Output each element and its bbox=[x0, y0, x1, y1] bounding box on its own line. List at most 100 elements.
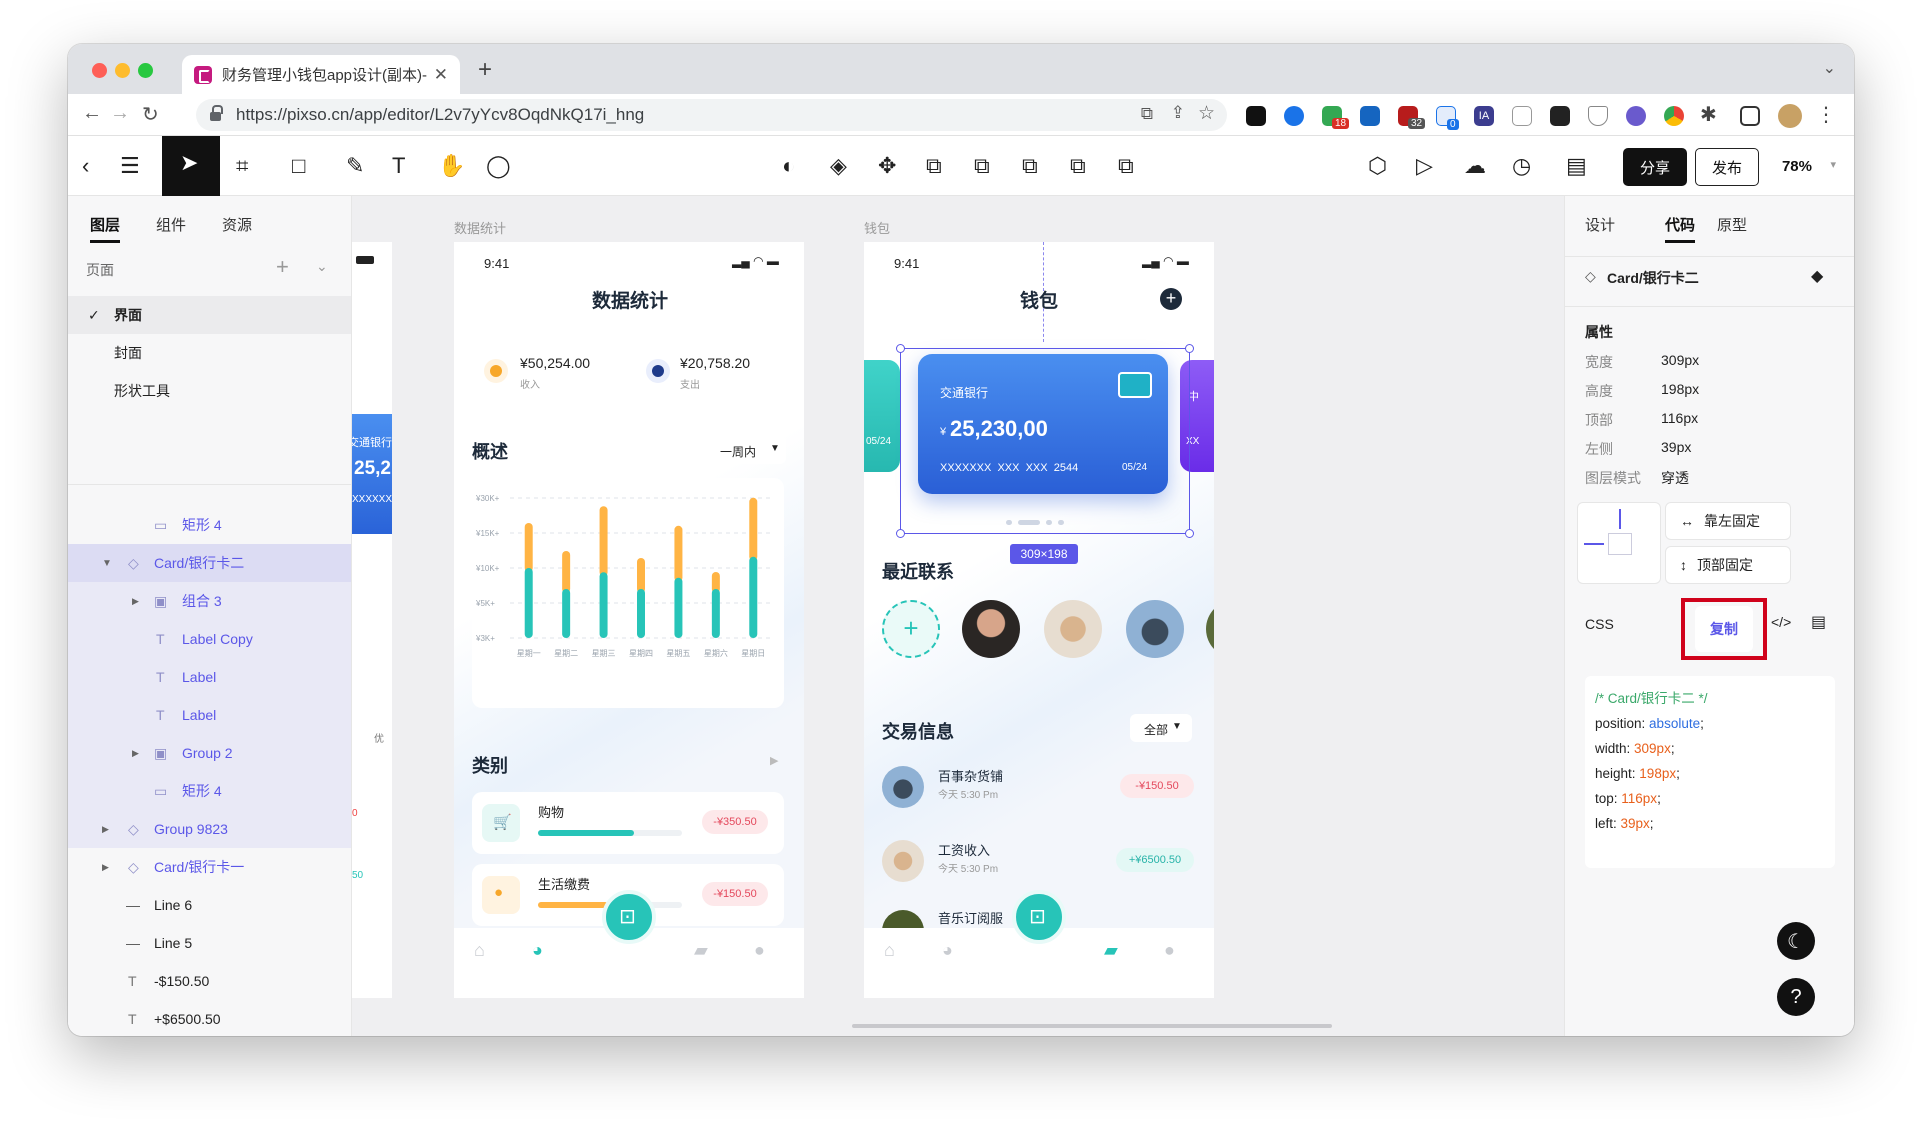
collapse-caret-icon[interactable]: ▶ bbox=[132, 748, 139, 759]
extension-2-icon[interactable] bbox=[1284, 106, 1304, 126]
layer-row[interactable]: — Line 5 bbox=[68, 924, 351, 962]
chevron-right-icon[interactable]: ▶ bbox=[770, 754, 778, 767]
horizontal-scrollbar[interactable] bbox=[852, 1024, 1332, 1028]
publish-button[interactable]: 发布 bbox=[1695, 148, 1759, 186]
zoom-chevron-icon[interactable]: ▾ bbox=[1830, 158, 1836, 171]
subtract-icon[interactable]: ⧉ bbox=[974, 152, 990, 180]
tab-prototype[interactable]: 原型 bbox=[1717, 214, 1747, 235]
layer-row[interactable]: ▭ 矩形 4 bbox=[68, 506, 351, 544]
frame-label-stats[interactable]: 数据统计 bbox=[454, 218, 506, 237]
union-icon[interactable]: ⧉ bbox=[926, 152, 942, 180]
zoom-level[interactable]: 78% bbox=[1782, 158, 1812, 175]
history-icon[interactable]: ◷ bbox=[1512, 152, 1531, 180]
extension-4-icon[interactable] bbox=[1360, 106, 1380, 126]
prop-value[interactable]: 309px bbox=[1661, 352, 1699, 368]
copy-css-button[interactable]: 复制 bbox=[1695, 606, 1753, 652]
go-to-main-component-icon[interactable]: ◆ bbox=[1811, 266, 1823, 286]
layer-row[interactable]: T +$6500.50 bbox=[68, 1000, 351, 1036]
move-tool-button[interactable]: ➤ bbox=[162, 136, 220, 196]
tab-code[interactable]: 代码 bbox=[1665, 214, 1695, 235]
mask-icon[interactable]: ◐ bbox=[782, 152, 795, 180]
main-menu-icon[interactable]: ☰ bbox=[120, 152, 140, 180]
home-icon[interactable]: ⌂ bbox=[884, 940, 895, 961]
page-item-cover[interactable]: 封面 bbox=[68, 334, 351, 372]
rectangle-tool-icon[interactable]: □ bbox=[292, 152, 305, 180]
profile-avatar[interactable] bbox=[1778, 104, 1802, 128]
text-tool-icon[interactable]: T bbox=[392, 152, 405, 180]
tab-layers[interactable]: 图层 bbox=[90, 214, 120, 235]
hand-tool-icon[interactable]: ✋ bbox=[438, 152, 465, 180]
add-contact-button[interactable]: + bbox=[882, 600, 940, 658]
constraints-widget[interactable] bbox=[1577, 502, 1661, 584]
collapse-caret-icon[interactable]: ▶ bbox=[132, 596, 139, 607]
collapse-caret-icon[interactable]: ▶ bbox=[102, 862, 109, 873]
flatten-icon[interactable]: ⧉ bbox=[1118, 152, 1134, 180]
prop-value[interactable]: 39px bbox=[1661, 439, 1691, 455]
layer-row[interactable]: ▭ 矩形 4 bbox=[68, 772, 351, 810]
theme-toggle-button[interactable]: ☾ bbox=[1777, 922, 1815, 960]
back-chevron-icon[interactable]: ‹ bbox=[82, 152, 89, 180]
wallet-frame[interactable]: 9:41 ▂▄ ◠ ▬ 钱包 + 05/24 中 XX 交通银行 ¥ 25,23… bbox=[864, 242, 1214, 998]
side-card-left[interactable]: 05/24 bbox=[864, 360, 900, 472]
css-code-block[interactable]: /* Card/银行卡二 */ position: absolute; widt… bbox=[1585, 676, 1835, 868]
extensions-puzzle-icon[interactable]: ✱ bbox=[1700, 102, 1717, 127]
code-view-icon[interactable]: </> bbox=[1771, 614, 1791, 630]
resize-handle[interactable] bbox=[896, 344, 905, 353]
frame-tool-icon[interactable]: ⌗ bbox=[236, 152, 248, 180]
contact-avatar[interactable] bbox=[962, 600, 1020, 658]
extension-shield-icon[interactable] bbox=[1588, 106, 1608, 126]
stats-pie-icon[interactable]: ◕ bbox=[942, 940, 953, 961]
chrome-icon[interactable] bbox=[1664, 106, 1684, 126]
period-dropdown[interactable]: 一周内 ▼ bbox=[708, 436, 786, 464]
contact-avatar[interactable] bbox=[1126, 600, 1184, 658]
layer-row[interactable]: ▶ ◇ Group 9823 bbox=[68, 810, 351, 848]
profile-icon[interactable]: ● bbox=[754, 940, 765, 961]
extension-5-icon[interactable]: 32 bbox=[1398, 106, 1426, 129]
selection-box[interactable] bbox=[896, 344, 1194, 538]
prop-value[interactable]: 穿透 bbox=[1661, 468, 1689, 488]
pen-tool-icon[interactable]: ✎ bbox=[346, 152, 364, 180]
stats-frame[interactable]: 9:41 ▂▄ ◠ ▬ 数据统计 ¥50,254.00 收入 ¥20,758.2… bbox=[454, 242, 804, 998]
component-icon[interactable]: ◈ bbox=[830, 152, 847, 180]
category-row-shopping[interactable]: 🛒 购物 -¥350.50 bbox=[472, 792, 784, 854]
layer-row[interactable]: — Line 6 bbox=[68, 886, 351, 924]
income-card[interactable]: ¥50,254.00 收入 bbox=[472, 342, 622, 400]
tab-design[interactable]: 设计 bbox=[1585, 214, 1615, 235]
wallet-icon[interactable]: ▰ bbox=[694, 940, 708, 961]
intersect-icon[interactable]: ⧉ bbox=[1022, 152, 1038, 180]
page-item-interface[interactable]: ✓ 界面 bbox=[68, 296, 351, 334]
layer-row[interactable]: T -$150.50 bbox=[68, 962, 351, 1000]
tab-search-chevron-icon[interactable]: ⌄ bbox=[1823, 58, 1836, 78]
layer-row[interactable]: T Label bbox=[68, 696, 351, 734]
layer-row-selected[interactable]: ▼ ◇ Card/银行卡二 bbox=[68, 544, 351, 582]
extension-ia-icon[interactable]: IA bbox=[1474, 106, 1494, 126]
tab-assets[interactable]: 资源 bbox=[222, 214, 252, 235]
help-button[interactable]: ? bbox=[1777, 978, 1815, 1016]
layer-row[interactable]: T Label Copy bbox=[68, 620, 351, 658]
sidebar-toggle-icon[interactable] bbox=[1740, 106, 1760, 126]
forward-icon[interactable]: → bbox=[110, 102, 130, 125]
transaction-row[interactable]: 工资收入 今天 5:30 Pm +¥6500.50 bbox=[882, 834, 1194, 890]
canvas[interactable]: 交通银行 25,2 XXXXXX 优 0 50 数据统计 9:41 ▂▄ ◠ ▬… bbox=[352, 196, 1564, 1036]
home-icon[interactable]: ⌂ bbox=[474, 940, 485, 961]
extension-terminal-icon[interactable] bbox=[1550, 106, 1570, 126]
stats-pie-icon[interactable]: ◕ bbox=[532, 940, 543, 961]
extension-copy-icon[interactable] bbox=[1512, 106, 1532, 126]
scan-button[interactable]: ⊡ bbox=[602, 890, 656, 944]
profile-icon[interactable]: ● bbox=[1164, 940, 1175, 961]
url-field[interactable]: https://pixso.cn/app/editor/L2v7yYcv8Oqd… bbox=[196, 99, 1227, 131]
resize-handle[interactable] bbox=[896, 529, 905, 538]
close-window-button[interactable] bbox=[92, 63, 107, 78]
back-icon[interactable]: ← bbox=[82, 102, 102, 125]
reload-icon[interactable]: ↻ bbox=[142, 102, 159, 127]
layer-row[interactable]: T Label bbox=[68, 658, 351, 696]
resize-handle[interactable] bbox=[1185, 344, 1194, 353]
layer-row[interactable]: ▶ ▣ Group 2 bbox=[68, 734, 351, 772]
pin-top-button[interactable]: ↕ 顶部固定 bbox=[1665, 546, 1791, 584]
extension-at-icon[interactable] bbox=[1626, 106, 1646, 126]
frame-label-wallet[interactable]: 钱包 bbox=[864, 218, 890, 237]
extension-6-icon[interactable]: 0 bbox=[1436, 106, 1459, 130]
transaction-row[interactable]: 百事杂货铺 今天 5:30 Pm -¥150.50 bbox=[882, 760, 1194, 816]
expand-caret-icon[interactable]: ▼ bbox=[102, 558, 112, 569]
maximize-window-button[interactable] bbox=[138, 63, 153, 78]
